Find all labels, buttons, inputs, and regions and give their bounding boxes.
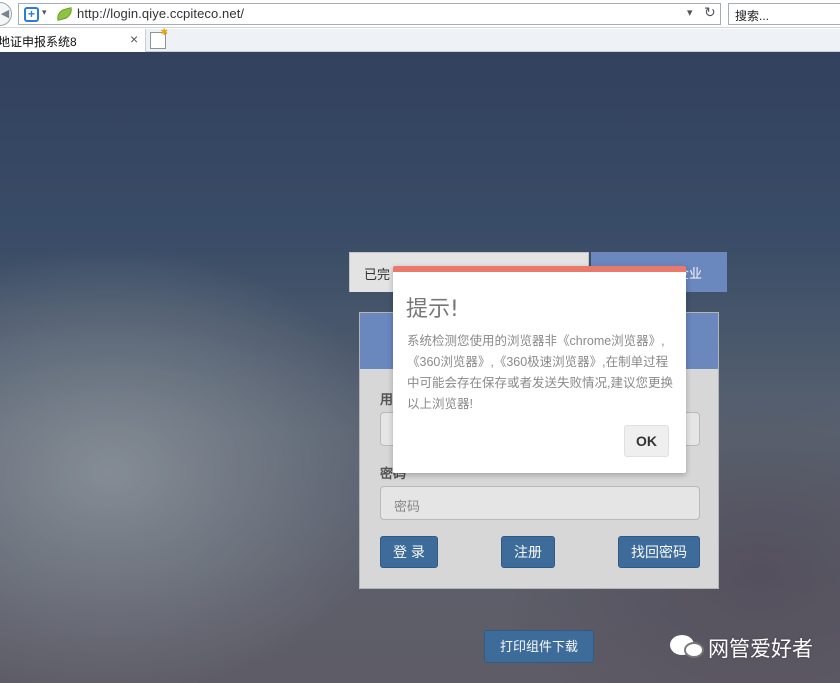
url-text[interactable]: http://login.qiye.ccpiteco.net/	[77, 6, 244, 21]
watermark-text: 网管爱好者	[708, 638, 813, 661]
search-input[interactable]: 搜索...	[728, 3, 840, 25]
leaf-icon	[54, 6, 75, 22]
url-field[interactable]: + ▾ http://login.qiye.ccpiteco.net/ ▾ ↻	[18, 3, 721, 25]
tab-bar: 地证申报系统8 ×	[0, 27, 840, 52]
tab-title: 地证申报系统8	[0, 35, 77, 49]
security-shield-icon[interactable]: +	[24, 7, 39, 22]
wechat-bubble-icon	[684, 642, 704, 658]
search-placeholder: 搜索...	[735, 9, 770, 23]
ok-button[interactable]: OK	[624, 425, 669, 457]
url-dropdown-icon[interactable]: ▾	[687, 6, 693, 19]
back-button[interactable]: ◀	[0, 2, 12, 26]
close-icon[interactable]: ×	[130, 31, 138, 47]
page-background: 已完 企业 用 密码 密码 登 录 注册 找回密码 打印组件下载 提示! 系统检…	[0, 52, 840, 683]
dialog-title: 提示!	[406, 297, 459, 322]
new-tab-icon[interactable]	[150, 27, 168, 49]
chevron-down-icon[interactable]: ▾	[42, 7, 47, 18]
address-bar: ◀ + ▾ http://login.qiye.ccpiteco.net/ ▾ …	[0, 0, 840, 28]
dialog-message: 系统检测您使用的浏览器非《chrome浏览器》,《360浏览器》,《360极速浏…	[407, 334, 673, 411]
refresh-icon[interactable]: ↻	[704, 4, 716, 21]
browser-tab[interactable]: 地证申报系统8 ×	[0, 29, 146, 52]
alert-dialog: 提示! 系统检测您使用的浏览器非《chrome浏览器》,《360浏览器》,《36…	[393, 266, 686, 473]
